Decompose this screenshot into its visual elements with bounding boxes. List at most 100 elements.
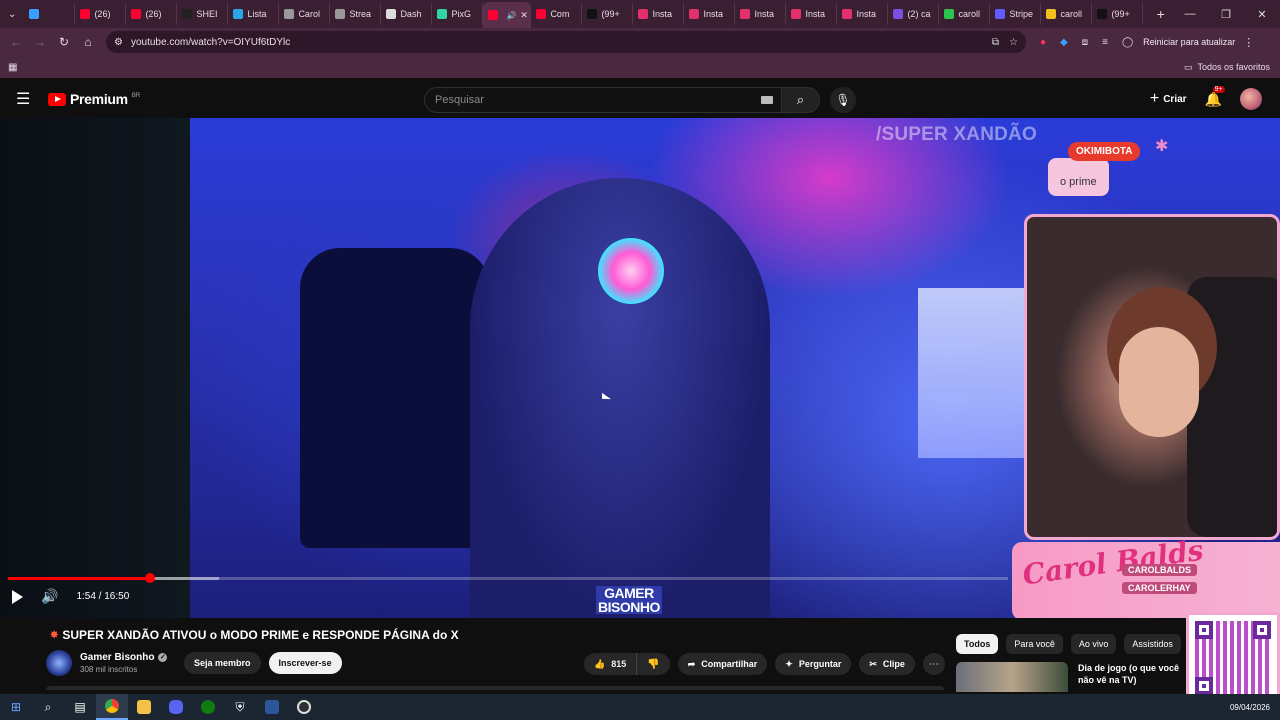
update-button[interactable]: Reiniciar para atualizar bbox=[1143, 37, 1235, 47]
progress-scrubber[interactable] bbox=[145, 573, 155, 583]
subscribe-button[interactable]: Inscrever-se bbox=[268, 652, 342, 674]
browser-tab[interactable]: (99+ bbox=[1092, 3, 1144, 25]
ask-button[interactable]: ✦ Perguntar bbox=[775, 653, 852, 675]
filter-chip[interactable]: Para você bbox=[1006, 634, 1063, 654]
browser-tab[interactable]: caroll bbox=[939, 3, 991, 25]
tab-audio-icon[interactable]: 🔊 bbox=[506, 11, 516, 20]
browser-tab[interactable]: Com bbox=[531, 3, 583, 25]
minimize-icon[interactable]: — bbox=[1172, 8, 1208, 21]
browser-tab[interactable]: Insta bbox=[837, 3, 889, 25]
play-icon[interactable] bbox=[12, 589, 23, 604]
dislike-button[interactable]: 👎 bbox=[637, 659, 669, 670]
search-input[interactable]: Pesquisar bbox=[424, 87, 782, 113]
bookmark-star-icon[interactable]: ☆ bbox=[1009, 37, 1018, 48]
security-shield-icon[interactable]: ⛨ bbox=[224, 694, 256, 720]
browser-tab[interactable]: Dash bbox=[381, 3, 433, 25]
browser-tab[interactable]: SHEI bbox=[177, 3, 229, 25]
browser-tab[interactable]: (26) bbox=[75, 3, 127, 25]
browser-tab[interactable]: (26) bbox=[126, 3, 178, 25]
discord-icon[interactable] bbox=[160, 694, 192, 720]
filter-chip[interactable]: Ao vivo bbox=[1070, 634, 1117, 654]
account-avatar[interactable] bbox=[1240, 88, 1262, 110]
browser-tab[interactable]: (99+ bbox=[582, 3, 634, 25]
tab-close-icon[interactable]: ✕ bbox=[520, 10, 528, 21]
search-button[interactable]: ⌕ bbox=[782, 87, 820, 113]
keyboard-icon[interactable] bbox=[761, 96, 773, 104]
omnibox[interactable]: ⚙ youtube.com/watch?v=OIYUf6tDYlc ⧉ ☆ bbox=[106, 31, 1026, 53]
close-window-icon[interactable]: ✕ bbox=[1244, 8, 1280, 21]
like-button[interactable]: 👍 815 bbox=[584, 653, 638, 675]
video-player[interactable]: /SUPER XANDÃO o prime OKIMIBOTA ✱ Carol … bbox=[0, 118, 1280, 618]
volume-icon[interactable]: 🔊 bbox=[41, 588, 58, 605]
recommended-title[interactable]: Dia de jogo (o que você não vê na TV) bbox=[1078, 662, 1190, 692]
progress-bar[interactable] bbox=[8, 573, 1008, 583]
notifications-button[interactable]: 🔔 9+ bbox=[1205, 85, 1225, 108]
join-button[interactable]: Seja membro bbox=[184, 652, 261, 674]
tab-favicon-icon bbox=[335, 9, 346, 19]
browser-tab[interactable]: Insta bbox=[735, 3, 787, 25]
browser-tab[interactable]: Insta bbox=[786, 3, 838, 25]
filter-chip[interactable]: Todos bbox=[956, 634, 999, 654]
channel-avatar[interactable] bbox=[46, 650, 72, 676]
taskbar-search-icon[interactable]: ⌕ bbox=[32, 694, 64, 720]
browser-tab[interactable] bbox=[24, 3, 76, 25]
browser-tab[interactable]: PixG bbox=[432, 3, 484, 25]
media-control-icon[interactable]: ≡ bbox=[1102, 37, 1108, 48]
browser-tab[interactable]: Insta bbox=[633, 3, 685, 25]
share-button[interactable]: ➦ Compartilhar bbox=[677, 653, 768, 675]
player-controls: 🔊 1:54 / 16:50 bbox=[12, 588, 129, 605]
browser-tab[interactable]: Strea bbox=[330, 3, 382, 25]
tab-favicon-icon bbox=[689, 9, 700, 19]
profile-icon[interactable]: ◯ bbox=[1122, 37, 1133, 48]
recommended-thumbnail[interactable] bbox=[956, 662, 1068, 692]
filter-chip[interactable]: Assistidos bbox=[1124, 634, 1181, 654]
browser-tab[interactable]: Insta bbox=[684, 3, 736, 25]
youtube-logo[interactable]: Premium BR bbox=[48, 91, 140, 107]
video-title: ✸ SUPER XANDÃO ATIVOU o MODO PRIME e RES… bbox=[50, 628, 459, 642]
browser-tab[interactable]: (2) ca bbox=[888, 3, 940, 25]
url-text: youtube.com/watch?v=OIYUf6tDYlc bbox=[130, 36, 291, 48]
file-explorer-icon[interactable] bbox=[128, 694, 160, 720]
more-actions-icon[interactable]: ⋯ bbox=[922, 653, 945, 675]
obs-icon[interactable] bbox=[288, 694, 320, 720]
start-windows-icon[interactable]: ⊞ bbox=[0, 694, 32, 720]
back-button[interactable]: ← bbox=[4, 35, 28, 49]
voice-search-button[interactable]: 🎙 bbox=[830, 87, 856, 113]
task-view-icon[interactable]: ▤ bbox=[64, 694, 96, 720]
extension-blue-icon[interactable]: ◆ bbox=[1060, 37, 1068, 48]
browser-tab[interactable]: caroll bbox=[1041, 3, 1093, 25]
apps-grid-icon[interactable]: ▦ bbox=[8, 62, 17, 73]
clip-button[interactable]: ✂ Clipe bbox=[859, 653, 915, 675]
create-button[interactable]: + Criar bbox=[1150, 90, 1187, 108]
tab-label: (26) bbox=[94, 9, 111, 19]
menu-icon[interactable]: ☰ bbox=[16, 89, 32, 109]
extension-red-icon[interactable]: ● bbox=[1040, 37, 1046, 48]
video-left-shade bbox=[0, 118, 190, 618]
chrome-taskbar-icon[interactable] bbox=[96, 694, 128, 720]
description-box[interactable] bbox=[46, 686, 944, 690]
forward-button[interactable]: → bbox=[28, 35, 52, 49]
new-tab-button[interactable]: + bbox=[1149, 6, 1172, 22]
browser-menu-icon[interactable]: ⋮ bbox=[1243, 36, 1254, 49]
share-label: Compartilhar bbox=[701, 659, 758, 669]
qr-finder-bottom-left bbox=[1195, 677, 1213, 695]
channel-name[interactable]: Gamer Bisonho ✓ bbox=[80, 652, 184, 663]
browser-tab[interactable]: Stripe bbox=[990, 3, 1042, 25]
tab-active[interactable]: 🔊 ✕ bbox=[483, 2, 532, 28]
home-button[interactable]: ⌂ bbox=[76, 35, 100, 49]
tab-favicon-icon bbox=[488, 10, 499, 20]
word-icon[interactable] bbox=[256, 694, 288, 720]
extensions-icon[interactable]: ⧈ bbox=[1082, 37, 1088, 48]
browser-tab[interactable]: Lista bbox=[228, 3, 280, 25]
maximize-icon[interactable]: ❐ bbox=[1208, 8, 1244, 21]
tab-favicon-icon bbox=[29, 9, 40, 19]
install-app-icon[interactable]: ⧉ bbox=[992, 37, 999, 48]
reload-button[interactable]: ↻ bbox=[52, 35, 76, 49]
site-info-icon[interactable]: ⚙ bbox=[114, 37, 123, 48]
xbox-icon[interactable] bbox=[192, 694, 224, 720]
qr-code-overlay bbox=[1186, 612, 1280, 704]
browser-tab[interactable]: Carol bbox=[279, 3, 331, 25]
all-bookmarks-button[interactable]: ▭ Todos os favoritos bbox=[1184, 62, 1270, 73]
recommended-video[interactable]: Dia de jogo (o que você não vê na TV) bbox=[956, 662, 1190, 692]
tab-search-icon[interactable]: ⌄ bbox=[0, 0, 24, 28]
